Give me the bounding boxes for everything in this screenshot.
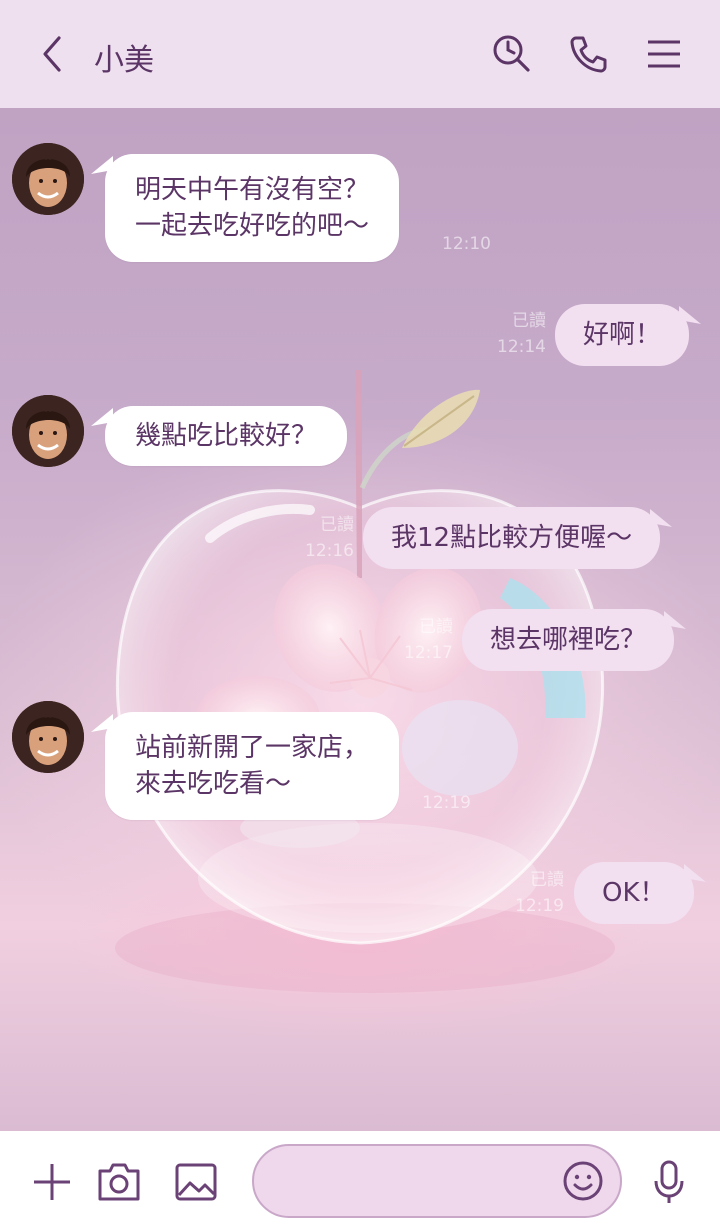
emoji-button[interactable] <box>560 1158 606 1204</box>
microphone-icon <box>654 1160 684 1203</box>
incoming-message-bubble[interactable]: 幾點吃比較好？ <box>105 406 348 466</box>
avatar-photo <box>12 395 84 467</box>
clock-search-icon <box>493 35 530 72</box>
message-line: 站前新開了一家店， <box>135 733 370 763</box>
chat-screen: 小美 明天中午有沒有空？ 一起去吃好吃的吧～ 12:10 已讀 12:14 好啊… <box>0 0 720 1232</box>
camera-button[interactable] <box>93 1156 145 1208</box>
plus-icon <box>34 1164 70 1200</box>
read-label: 已讀 <box>530 870 564 890</box>
incoming-message-bubble[interactable]: 站前新開了一家店， 來去吃吃看～ <box>105 712 400 820</box>
message-line: 明天中午有沒有空？ <box>135 175 370 205</box>
read-label: 已讀 <box>512 311 546 331</box>
contact-name: 小美 <box>94 43 154 78</box>
smiley-icon <box>563 1161 603 1201</box>
message-text: 好啊！ <box>583 320 662 350</box>
message-text: 想去哪裡吃？ <box>490 625 647 655</box>
image-button[interactable] <box>170 1156 222 1208</box>
message-read-status: 已讀 12:17 <box>397 614 453 666</box>
outgoing-message-bubble[interactable]: 好啊！ <box>555 304 690 366</box>
read-label: 已讀 <box>419 617 453 637</box>
image-icon <box>175 1163 217 1201</box>
chevron-left-icon <box>43 36 61 72</box>
contact-avatar[interactable] <box>12 395 84 467</box>
add-attachment-button[interactable] <box>26 1156 78 1208</box>
message-time: 12:10 <box>442 234 491 254</box>
outgoing-message-bubble[interactable]: 我12點比較方便喔～ <box>363 507 661 569</box>
message-time: 12:14 <box>497 337 546 357</box>
message-read-status: 已讀 12:19 <box>508 867 564 919</box>
message-input-field[interactable] <box>252 1144 622 1218</box>
message-line: 一起去吃好吃的吧～ <box>135 211 370 241</box>
contact-avatar[interactable] <box>12 701 84 773</box>
voice-message-button[interactable] <box>643 1156 695 1208</box>
message-input-bar <box>0 1131 720 1232</box>
message-read-status: 已讀 12:16 <box>298 512 354 564</box>
avatar-photo <box>12 143 84 215</box>
outgoing-message-bubble[interactable]: 想去哪裡吃？ <box>462 609 675 671</box>
menu-button[interactable] <box>638 28 690 80</box>
message-time: 12:19 <box>422 793 471 813</box>
message-text: 我12點比較方便喔～ <box>391 523 633 553</box>
phone-icon <box>570 36 607 73</box>
message-line: 來去吃吃看～ <box>135 769 292 799</box>
message-time: 12:17 <box>404 643 453 663</box>
chat-area[interactable]: 明天中午有沒有空？ 一起去吃好吃的吧～ 12:10 已讀 12:14 好啊！ 幾… <box>0 108 720 1131</box>
message-line: 幾點吃比較好？ <box>135 421 318 451</box>
outgoing-message-bubble[interactable]: OK！ <box>574 862 694 924</box>
message-text: OK！ <box>602 878 666 908</box>
back-button[interactable] <box>26 28 78 80</box>
message-time: 12:19 <box>515 896 564 916</box>
message-text-input[interactable] <box>276 1164 560 1202</box>
avatar-photo <box>12 701 84 773</box>
hamburger-menu-icon <box>648 40 680 68</box>
call-button[interactable] <box>562 28 614 80</box>
contact-avatar[interactable] <box>12 143 84 215</box>
read-label: 已讀 <box>320 515 354 535</box>
search-button[interactable] <box>486 28 538 80</box>
message-time: 12:16 <box>305 541 354 561</box>
chat-header: 小美 <box>0 0 720 108</box>
incoming-message-bubble[interactable]: 明天中午有沒有空？ 一起去吃好吃的吧～ <box>105 154 400 262</box>
camera-icon <box>98 1163 140 1201</box>
message-read-status: 已讀 12:14 <box>490 308 546 360</box>
